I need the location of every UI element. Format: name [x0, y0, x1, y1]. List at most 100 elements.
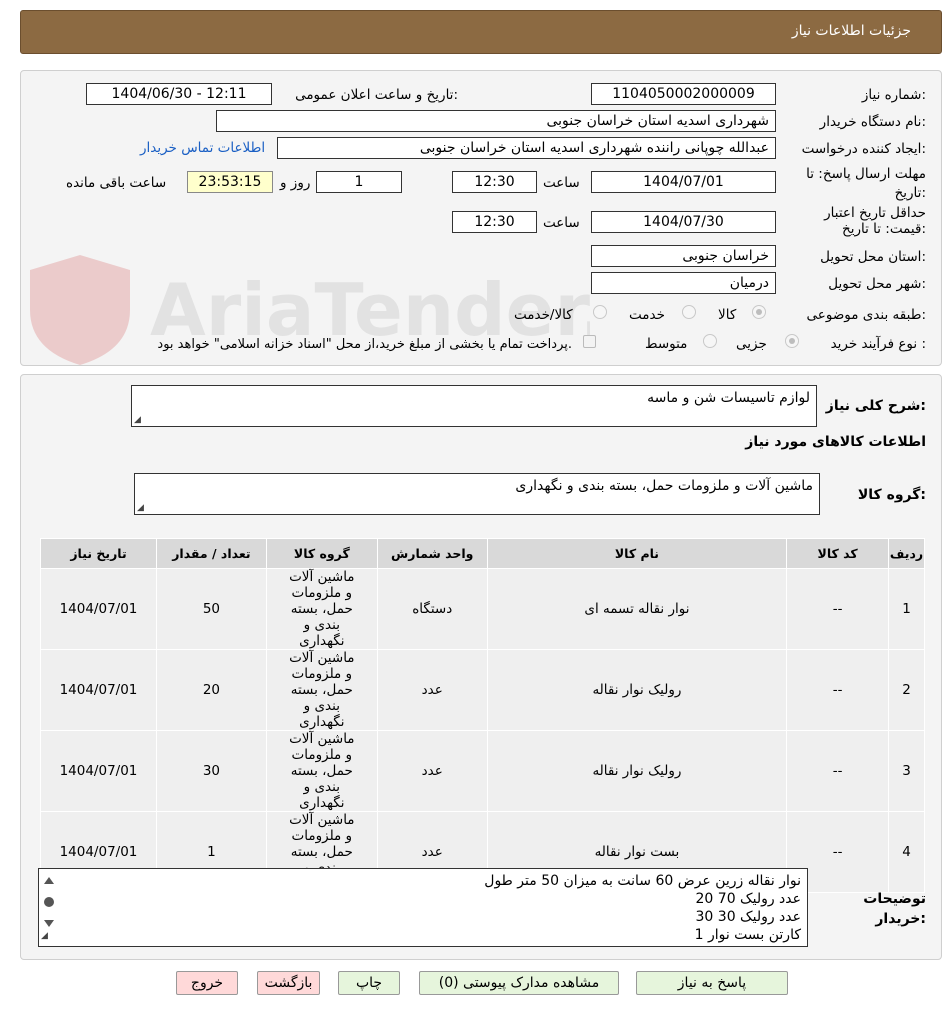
- need-number-label: شماره نیاز:: [861, 87, 926, 103]
- goods-group-field: ماشین آلات و ملزومات حمل، بسته بندی و نگ…: [134, 473, 820, 515]
- deadline-label: مهلت ارسال پاسخ: تا تاریخ:: [806, 166, 926, 201]
- col-unit: واحد شمارش: [376, 538, 488, 569]
- col-group: گروه کالا: [265, 538, 378, 569]
- notes-line: نوار نقاله زرین عرض 60 سانت به میزان 50 …: [484, 873, 801, 889]
- col-row-no: ردیف: [888, 538, 925, 569]
- creator-label: ایجاد کننده درخواست:: [801, 141, 926, 157]
- city-field: درمیان: [591, 272, 776, 294]
- category-both-label: کالا/خدمت: [514, 307, 573, 323]
- buyer-notes-label: توضیحات خریدار:: [863, 891, 926, 927]
- cell-code: --: [786, 649, 890, 731]
- category-both-radio[interactable]: [593, 305, 607, 319]
- notes-line: 30 عدد رولیک 30: [695, 909, 801, 925]
- col-quantity: تعداد / مقدار: [155, 538, 267, 569]
- cell-unit: عدد: [376, 649, 488, 731]
- validity-time-label: ساعت: [543, 215, 580, 231]
- back-button[interactable]: بازگشت: [257, 971, 320, 995]
- validity-time-field: 12:30: [452, 211, 537, 233]
- cell-name: رولیک نوار نقاله: [486, 649, 788, 731]
- deadline-time-label: ساعت: [543, 175, 580, 191]
- cell-group: ماشین آلات و ملزومات حمل، بسته بندی و نگ…: [265, 649, 378, 731]
- notes-line: 1 کارتن بست نوار: [694, 927, 801, 943]
- purchase-medium-radio[interactable]: [703, 334, 717, 348]
- goods-group-label: گروه کالا:: [857, 487, 926, 503]
- scroll-down-icon: [44, 920, 54, 927]
- resize-grip-icon[interactable]: ◢: [134, 415, 141, 425]
- scroll-up-icon: [44, 877, 54, 884]
- exit-button[interactable]: خروج: [176, 971, 238, 995]
- table-row: 1 -- نوار نقاله تسمه ای دستگاه ماشین آلا…: [40, 568, 925, 650]
- resize-grip-icon[interactable]: ◢: [137, 503, 144, 513]
- buyer-notes-field: نوار نقاله زرین عرض 60 سانت به میزان 50 …: [38, 868, 808, 947]
- category-service-radio[interactable]: [682, 305, 696, 319]
- cell-quantity: 50: [155, 568, 267, 650]
- page-header: جزئیات اطلاعات نیاز: [20, 10, 942, 54]
- resize-grip-icon[interactable]: ◢: [41, 927, 48, 945]
- cell-row-no: 1: [888, 568, 925, 650]
- reply-button[interactable]: پاسخ به نیاز: [636, 971, 788, 995]
- cell-quantity: 30: [155, 730, 267, 812]
- creator-field: عبدالله چوپانی راننده شهرداری اسدیه استا…: [277, 137, 776, 159]
- general-desc-field: لوازم تاسیسات شن و ماسه ◢: [131, 385, 817, 427]
- print-button[interactable]: چاپ: [338, 971, 400, 995]
- cell-date: 1404/07/01: [40, 568, 157, 650]
- cell-group: ماشین آلات و ملزومات حمل، بسته بندی و نگ…: [265, 730, 378, 812]
- view-attachments-button[interactable]: مشاهده مدارک پیوستی (0): [419, 971, 619, 995]
- purchase-medium-label: متوسط: [645, 336, 688, 352]
- general-desc-label: شرح کلی نیاز:: [825, 398, 926, 414]
- purchase-minor-label: جزیی: [736, 336, 767, 352]
- buyer-org-label: نام دستگاه خریدار:: [819, 114, 926, 130]
- category-goods-radio[interactable]: [752, 305, 766, 319]
- table-row: 2 -- رولیک نوار نقاله عدد ماشین آلات و م…: [40, 649, 925, 731]
- purchase-type-label: نوع فرآیند خرید :: [830, 336, 926, 352]
- cell-name: رولیک نوار نقاله: [486, 730, 788, 812]
- province-label: استان محل تحویل:: [820, 249, 926, 265]
- cell-unit: عدد: [376, 730, 488, 812]
- buyer-contact-link[interactable]: اطلاعات تماس خریدار: [140, 140, 265, 156]
- goods-info-title: اطلاعات کالاهای مورد نیاز: [745, 434, 926, 450]
- col-name: نام کالا: [486, 538, 788, 569]
- category-service-label: خدمت: [629, 307, 665, 323]
- notes-scrollbar[interactable]: [42, 875, 56, 929]
- buyer-org-field: شهرداری اسدیه استان خراسان جنوبی: [216, 110, 776, 132]
- validity-label: حداقل تاریخ اعتبار قیمت: تا تاریخ:: [824, 205, 926, 237]
- cell-row-no: 2: [888, 649, 925, 731]
- cell-row-no: 3: [888, 730, 925, 812]
- cell-unit: دستگاه: [376, 568, 488, 650]
- remaining-time-field: 23:53:15: [187, 171, 273, 193]
- cell-row-no: 4: [888, 811, 925, 893]
- col-date: تاریخ نیاز: [40, 538, 157, 569]
- page-title: جزئیات اطلاعات نیاز: [791, 23, 911, 39]
- purchase-minor-radio[interactable]: [785, 334, 799, 348]
- validity-date-field: 1404/07/30: [591, 211, 776, 233]
- treasury-payment-checkbox[interactable]: [583, 335, 596, 348]
- treasury-payment-note: پرداخت تمام یا بخشی از مبلغ خرید،از محل …: [157, 337, 572, 352]
- deadline-date-field: 1404/07/01: [591, 171, 776, 193]
- province-field: خراسان جنوبی: [591, 245, 776, 267]
- category-goods-label: کالا: [718, 307, 737, 323]
- cell-date: 1404/07/01: [40, 649, 157, 731]
- table-header-row: ردیف کد کالا نام کالا واحد شمارش گروه کا…: [40, 538, 925, 569]
- days-label: روز و: [280, 175, 311, 191]
- cell-quantity: 20: [155, 649, 267, 731]
- need-number-field: 1104050002000009: [591, 83, 776, 105]
- goods-table: ردیف کد کالا نام کالا واحد شمارش گروه کا…: [40, 538, 925, 893]
- general-desc-text: لوازم تاسیسات شن و ماسه: [647, 390, 810, 406]
- city-label: شهر محل تحویل:: [828, 276, 926, 292]
- deadline-time-field: 12:30: [452, 171, 537, 193]
- remaining-label: ساعت باقی مانده: [66, 175, 167, 191]
- cell-code: --: [786, 730, 890, 812]
- cell-group: ماشین آلات و ملزومات حمل، بسته بندی و نگ…: [265, 568, 378, 650]
- scroll-thumb-icon: [44, 897, 54, 907]
- goods-group-text: ماشین آلات و ملزومات حمل، بسته بندی و نگ…: [515, 478, 813, 494]
- col-code: کد کالا: [786, 538, 890, 569]
- cell-code: --: [786, 568, 890, 650]
- category-label: طبقه بندی موضوعی:: [806, 307, 926, 323]
- announce-field: 1404/06/30 - 12:11: [86, 83, 272, 105]
- table-row: 3 -- رولیک نوار نقاله عدد ماشین آلات و م…: [40, 730, 925, 812]
- cell-name: نوار نقاله تسمه ای: [486, 568, 788, 650]
- days-field: 1: [316, 171, 402, 193]
- cell-date: 1404/07/01: [40, 730, 157, 812]
- announce-label: تاریخ و ساعت اعلان عمومی:: [295, 87, 458, 103]
- notes-line: 20 عدد رولیک 70: [695, 891, 801, 907]
